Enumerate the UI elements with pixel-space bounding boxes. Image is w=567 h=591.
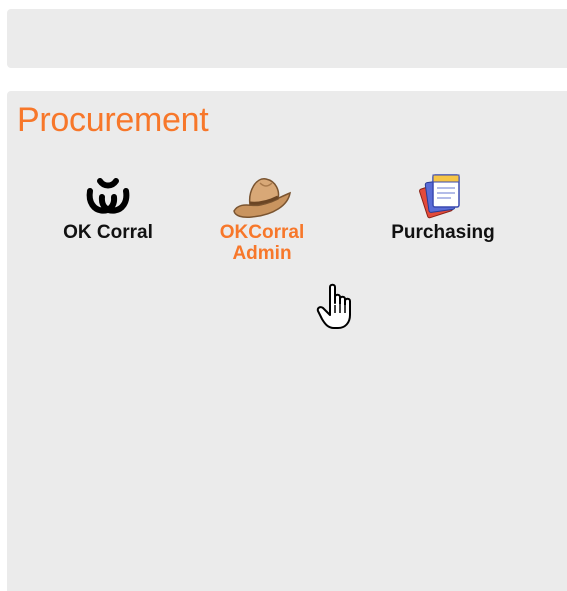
brand-horseshoe-icon: [86, 178, 130, 214]
app-label: OKCorral Admin: [219, 222, 305, 264]
app-label: OK Corral: [63, 222, 153, 243]
app-label: Purchasing: [391, 222, 495, 243]
section-title: Procurement: [17, 101, 209, 139]
documents-stack-icon: [419, 174, 460, 219]
top-panel: [7, 9, 567, 68]
cowboy-hat-icon: [233, 178, 291, 218]
hand-pointer-cursor-icon: [316, 283, 351, 329]
procurement-panel: Procurement OK Corral OKCorral Admin Pur…: [7, 91, 567, 591]
